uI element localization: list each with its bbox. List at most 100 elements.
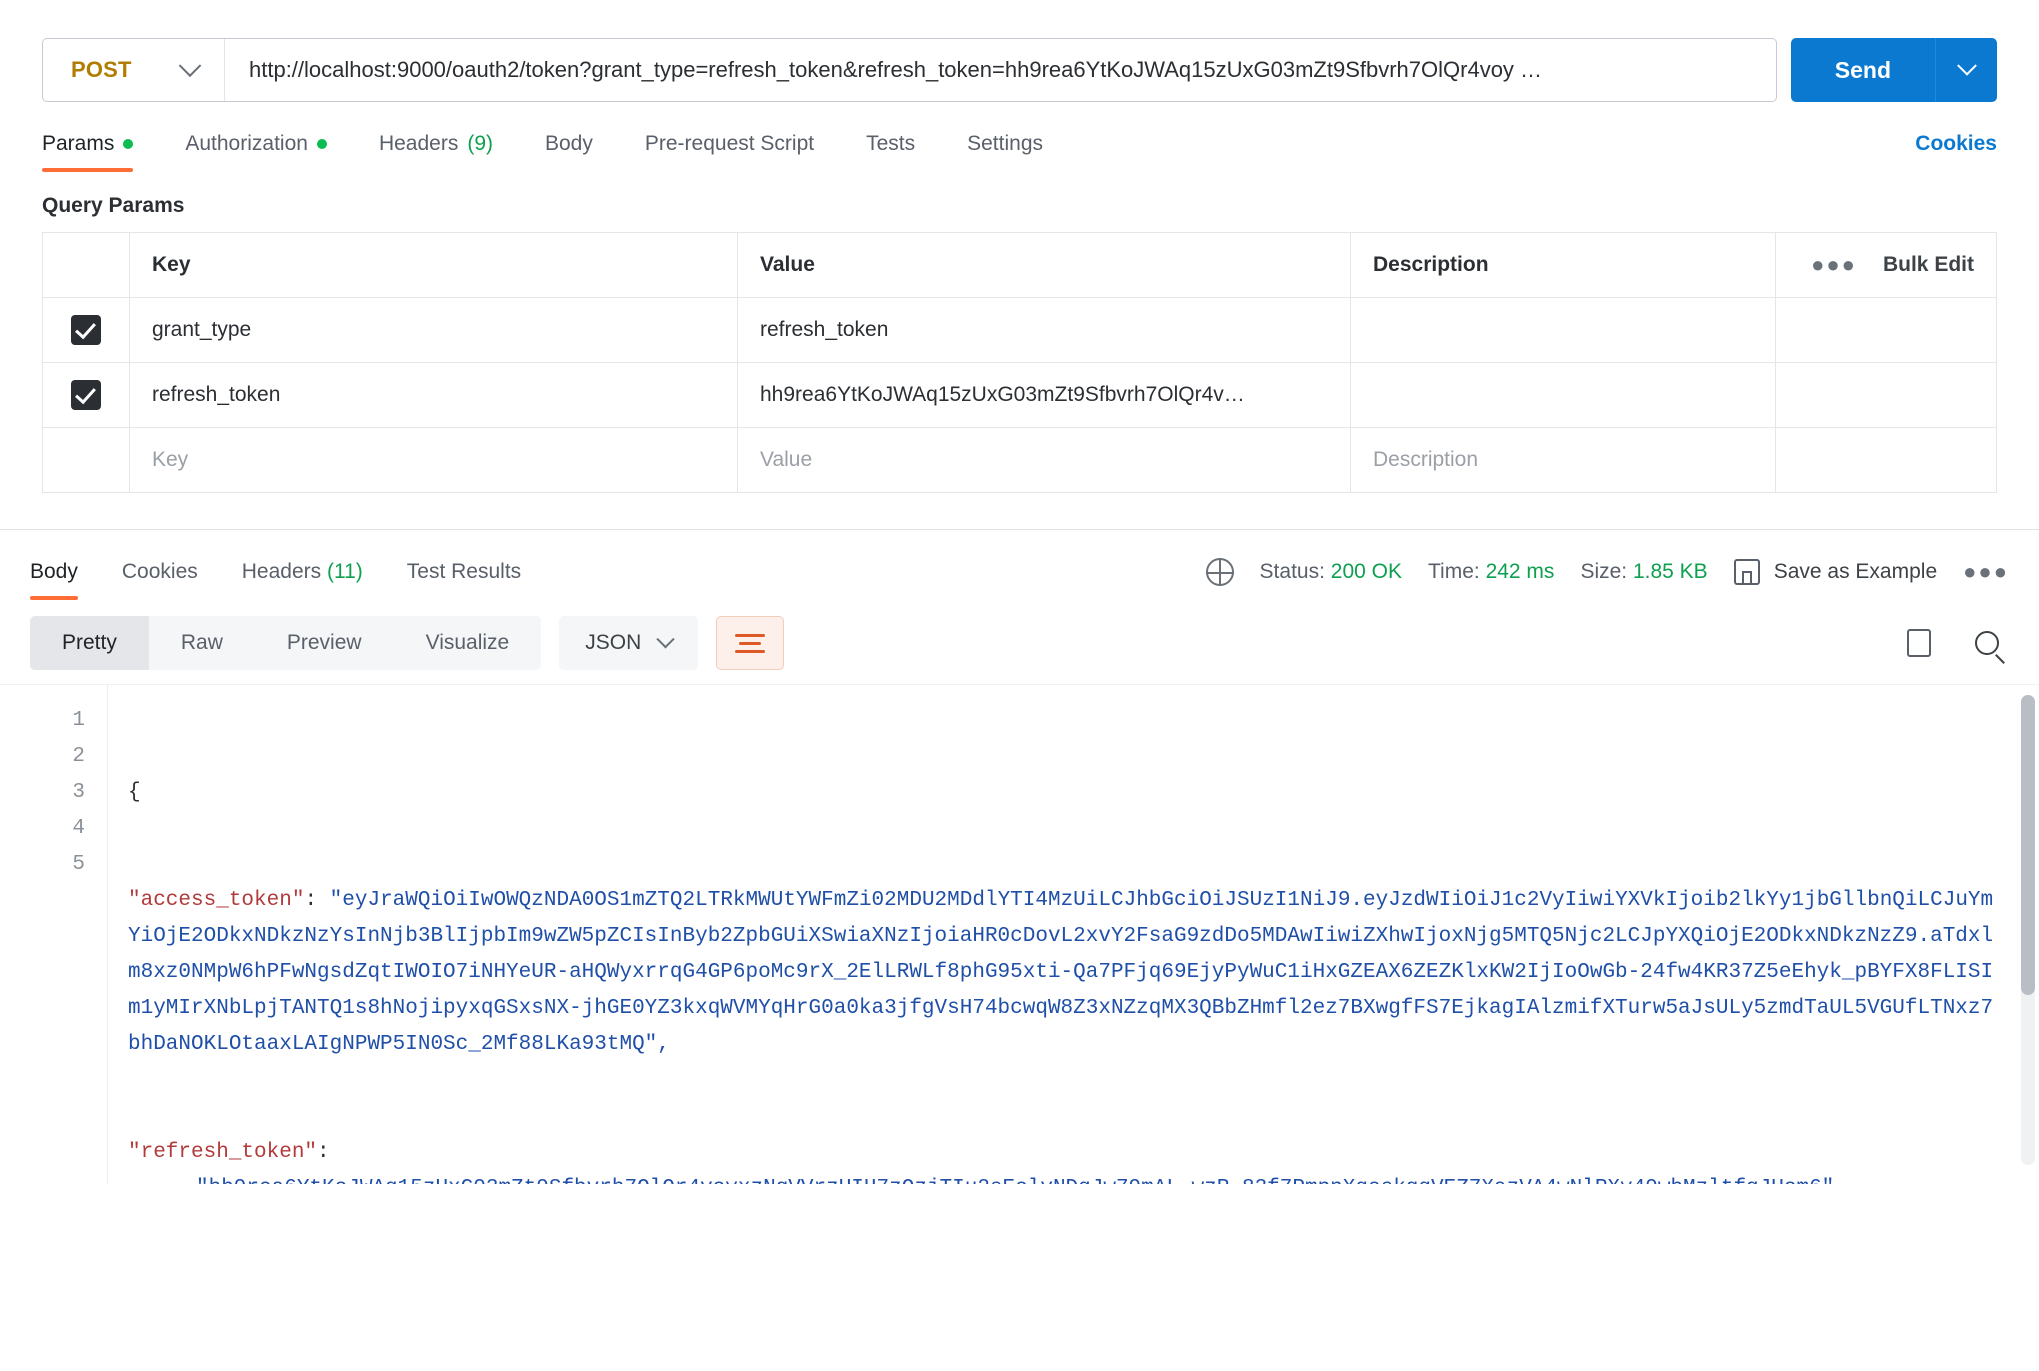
view-mode-pretty[interactable]: Pretty [30, 616, 149, 670]
tab-params[interactable]: Params [42, 132, 159, 172]
tab-headers-count: (9) [467, 132, 493, 155]
row-description[interactable] [1351, 363, 1776, 427]
row-actions [1776, 298, 1996, 362]
tab-tests[interactable]: Tests [840, 132, 941, 172]
response-tab-cookies[interactable]: Cookies [100, 560, 220, 600]
response-tab-cookies-label: Cookies [121, 560, 198, 583]
time-label: Time: [1427, 560, 1480, 583]
globe-icon [1205, 558, 1234, 586]
tab-params-label: Params [42, 132, 115, 155]
line-number-gutter: 1 2 3 4 5 [0, 685, 108, 1184]
request-bar: POST http://localhost:9000/oauth2/token?… [0, 0, 2039, 112]
row-actions [1776, 363, 1996, 427]
view-mode-group: Pretty Raw Preview Visualize [30, 616, 542, 670]
header-checkbox-cell [43, 233, 130, 297]
view-mode-visualize[interactable]: Visualize [394, 616, 542, 670]
line-number: 3 [72, 781, 85, 804]
new-row-description-input[interactable]: Description [1351, 428, 1776, 492]
view-mode-preview[interactable]: Preview [255, 616, 394, 670]
save-as-example-button[interactable]: Save as Example [1733, 559, 1938, 585]
save-icon [1733, 559, 1760, 585]
code-content[interactable]: { "access_token": "eyJraWQiOiIwOWQzNDA0O… [108, 685, 2039, 1184]
tab-headers[interactable]: Headers (9) [353, 132, 519, 172]
response-tab-body[interactable]: Body [30, 560, 100, 600]
row-checkbox-cell [43, 298, 130, 362]
row-description[interactable] [1351, 298, 1776, 362]
row-key[interactable]: refresh_token [130, 363, 738, 427]
code-line-3: "refresh_token": "hh9rea6YtKoJWAq15zUxG03… [128, 1135, 2005, 1184]
row-value[interactable]: refresh_token [738, 298, 1351, 362]
search-icon[interactable] [1975, 631, 1999, 655]
response-tabs: Body Cookies Headers (11) Test Results S… [0, 530, 2039, 600]
response-tab-headers-label: Headers [241, 560, 322, 583]
request-tabs: Params Authorization Headers (9) Body Pr… [0, 112, 2039, 172]
url-group: POST http://localhost:9000/oauth2/token?… [42, 38, 1777, 102]
code-scrollbar-track[interactable] [2021, 695, 2035, 1165]
line-number: 2 [72, 745, 85, 768]
chevron-down-icon [656, 629, 675, 648]
send-group: Send [1790, 38, 1997, 102]
more-options-icon[interactable]: ●●● [1811, 252, 1857, 278]
tab-authorization-label: Authorization [185, 132, 308, 155]
tab-body-label: Body [545, 132, 593, 155]
time-group: Time: 242 ms [1428, 560, 1554, 584]
response-tab-body-label: Body [30, 560, 78, 583]
header-actions: ●●● Bulk Edit [1776, 233, 1996, 297]
status-group: Status: 200 OK [1260, 560, 1402, 584]
row-actions [1776, 428, 1996, 492]
wrap-lines-button[interactable] [716, 616, 785, 670]
json-value: "hh9rea6YtKoJWAq15zUxG03mZt9Sfbvrh7OlQr4… [128, 1171, 2005, 1184]
row-value[interactable]: hh9rea6YtKoJWAq15zUxG03mZt9Sfbvrh7OlQr4v… [738, 363, 1351, 427]
url-input[interactable]: http://localhost:9000/oauth2/token?grant… [225, 39, 1776, 101]
new-row-key-input[interactable]: Key [130, 428, 738, 492]
json-value: "eyJraWQiOiIwOWQzNDA0OS1mZTQ2LTRkMWUtYWF… [128, 889, 1994, 1056]
json-colon: : [304, 889, 330, 912]
row-checkbox[interactable] [71, 315, 101, 345]
header-value: Value [738, 233, 1351, 297]
query-params-title: Query Params [42, 194, 185, 217]
table-row: refresh_token hh9rea6YtKoJWAq15zUxG03mZt… [43, 363, 1996, 428]
format-select[interactable]: JSON [559, 616, 699, 670]
response-meta: Status: 200 OK Time: 242 ms Size: 1.85 K… [1205, 558, 2009, 600]
tab-body[interactable]: Body [519, 132, 619, 172]
new-row-value-input[interactable]: Value [738, 428, 1351, 492]
tab-authorization[interactable]: Authorization [159, 132, 353, 172]
save-as-example-label: Save as Example [1773, 560, 1938, 583]
tab-pre-request-script-label: Pre-request Script [644, 132, 815, 155]
wrap-line-1 [735, 633, 766, 637]
tab-pre-request-script[interactable]: Pre-request Script [619, 132, 840, 172]
tab-settings-label: Settings [967, 132, 1044, 155]
body-toolbar-actions [1907, 624, 2009, 657]
status-dot-icon [316, 139, 327, 149]
copy-icon[interactable] [1907, 624, 1942, 657]
code-scrollbar-thumb[interactable] [2021, 695, 2035, 995]
chevron-down-icon [178, 54, 202, 78]
bulk-edit-button[interactable]: Bulk Edit [1883, 253, 1974, 277]
wrap-line-2 [739, 641, 762, 645]
http-method-select[interactable]: POST [43, 39, 225, 101]
row-checkbox[interactable] [71, 380, 101, 410]
response-tab-test-results-label: Test Results [406, 560, 522, 583]
size-group: Size: 1.85 KB [1580, 560, 1707, 584]
row-key[interactable]: grant_type [130, 298, 738, 362]
tab-headers-label: Headers [378, 132, 459, 155]
response-more-options-icon[interactable]: ●●● [1963, 559, 2009, 585]
response-body-code: 1 2 3 4 5 { "access_token": "eyJraWQiOiI… [0, 684, 2039, 1184]
json-colon: : [317, 1141, 330, 1164]
chevron-down-icon [1956, 55, 1977, 76]
response-tab-test-results[interactable]: Test Results [385, 560, 543, 600]
tab-tests-label: Tests [866, 132, 916, 155]
size-label: Size: [1580, 560, 1628, 583]
table-row-empty: Key Value Description [43, 428, 1996, 493]
status-dot-icon [123, 139, 134, 149]
tab-settings[interactable]: Settings [941, 132, 1069, 172]
json-key: "access_token" [128, 889, 305, 912]
send-options-button[interactable] [1935, 38, 1997, 102]
view-mode-raw[interactable]: Raw [149, 616, 255, 670]
cookies-link[interactable]: Cookies [1915, 132, 1997, 172]
response-tab-headers-count: (11) [326, 560, 363, 583]
send-button[interactable]: Send [1790, 38, 1935, 102]
response-tab-headers[interactable]: Headers (11) [220, 560, 385, 600]
wrap-line-3 [735, 649, 766, 653]
format-select-label: JSON [585, 631, 642, 654]
